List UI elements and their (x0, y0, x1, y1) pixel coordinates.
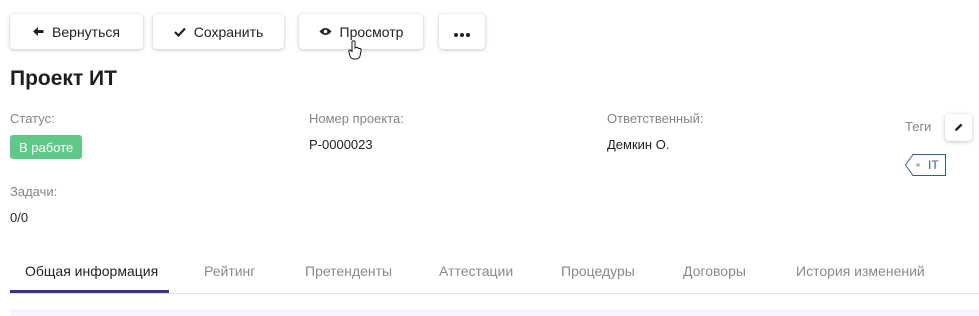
edit-tags-button[interactable] (945, 114, 972, 141)
more-button[interactable] (439, 14, 485, 49)
tab-bar: Общая информация Рейтинг Претенденты Атт… (10, 248, 979, 294)
back-button-label: Вернуться (52, 23, 120, 40)
check-icon (173, 27, 186, 37)
pencil-icon (954, 119, 964, 137)
project-number-label: Номер проекта: (309, 111, 404, 126)
more-horizontal-icon (454, 24, 470, 40)
save-button-label: Сохранить (193, 23, 264, 40)
tab-general-info[interactable]: Общая информация (25, 248, 158, 293)
content-area (10, 309, 979, 316)
tab-contracts[interactable]: Договоры (683, 248, 746, 293)
tab-history[interactable]: История изменений (796, 248, 925, 293)
save-button[interactable]: Сохранить (153, 14, 284, 49)
tags-label: Теги (905, 119, 932, 134)
active-tab-indicator (10, 290, 169, 293)
project-number-value: P-0000023 (309, 137, 373, 152)
tab-procedures[interactable]: Процедуры (561, 248, 635, 293)
tab-attestations[interactable]: Аттестации (439, 248, 513, 293)
view-button[interactable]: Просмотр (299, 14, 423, 49)
view-button-label: Просмотр (339, 23, 404, 40)
page-title: Проект ИТ (10, 67, 117, 90)
tab-candidates[interactable]: Претенденты (305, 248, 392, 293)
status-badge: В работе (10, 135, 83, 159)
owner-value: Демкин О. (607, 137, 670, 152)
tab-rating[interactable]: Рейтинг (204, 248, 255, 293)
back-button[interactable]: Вернуться (10, 14, 143, 49)
status-label: Статус: (10, 111, 55, 126)
tasks-value: 0/0 (10, 210, 29, 225)
arrow-left-icon (33, 26, 44, 37)
tag-label: IT (928, 158, 939, 172)
tasks-label: Задачи: (10, 184, 58, 199)
owner-label: Ответственный: (607, 111, 704, 126)
eye-icon (319, 27, 332, 36)
